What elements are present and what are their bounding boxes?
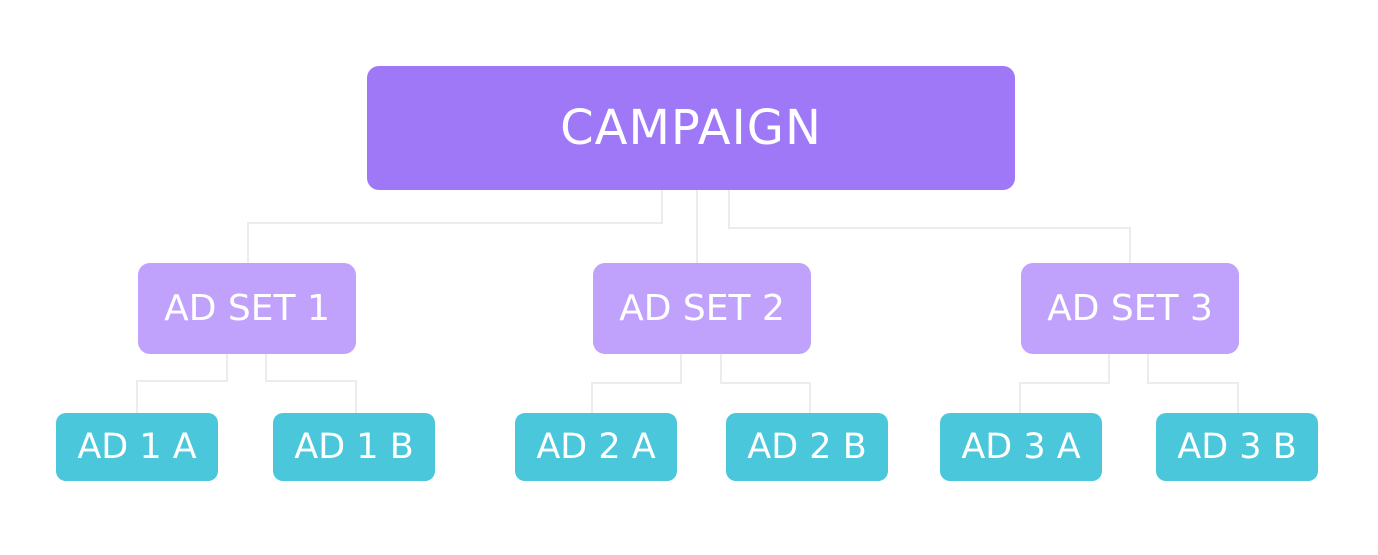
ad-node-1b: AD 1 B bbox=[273, 413, 435, 481]
adset-node-1: AD SET 1 bbox=[138, 263, 356, 354]
ad-node-2a: AD 2 A bbox=[515, 413, 677, 481]
connector-line-9 bbox=[1147, 354, 1239, 413]
connector-line-4 bbox=[136, 354, 228, 413]
ad-node-1a: AD 1 A bbox=[56, 413, 218, 481]
adset-node-2: AD SET 2 bbox=[593, 263, 811, 354]
connector-line-3 bbox=[728, 190, 1131, 263]
connector-line-6 bbox=[591, 354, 682, 413]
ad-node-2b: AD 2 B bbox=[726, 413, 888, 481]
ad-node-3a: AD 3 A bbox=[940, 413, 1102, 481]
campaign-node: CAMPAIGN bbox=[367, 66, 1015, 190]
ad-node-3b: AD 3 B bbox=[1156, 413, 1318, 481]
adset-node-3: AD SET 3 bbox=[1021, 263, 1239, 354]
connector-line-7 bbox=[720, 354, 811, 413]
connector-line-1 bbox=[247, 190, 663, 263]
connector-line-8 bbox=[1019, 354, 1110, 413]
connector-line-5 bbox=[265, 354, 357, 413]
